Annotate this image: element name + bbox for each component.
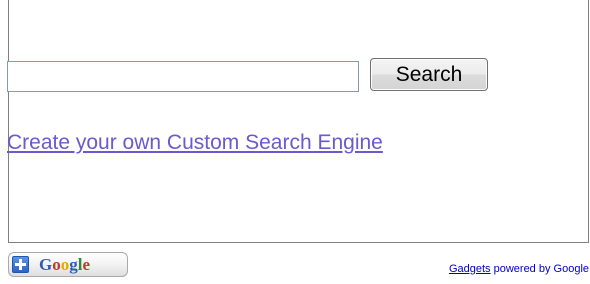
- add-to-google-button[interactable]: Google: [8, 252, 128, 277]
- footer-attribution: Gadgets powered by Google: [449, 263, 589, 275]
- search-button[interactable]: Search: [370, 58, 488, 91]
- search-input[interactable]: [7, 61, 359, 92]
- gadget-frame: [8, 0, 589, 243]
- gadgets-link[interactable]: Gadgets: [449, 263, 491, 275]
- create-custom-search-engine-link[interactable]: Create your own Custom Search Engine: [7, 131, 383, 155]
- powered-by-text: powered by Google: [490, 263, 589, 275]
- google-logo: Google: [39, 255, 91, 274]
- plus-icon: [12, 256, 29, 273]
